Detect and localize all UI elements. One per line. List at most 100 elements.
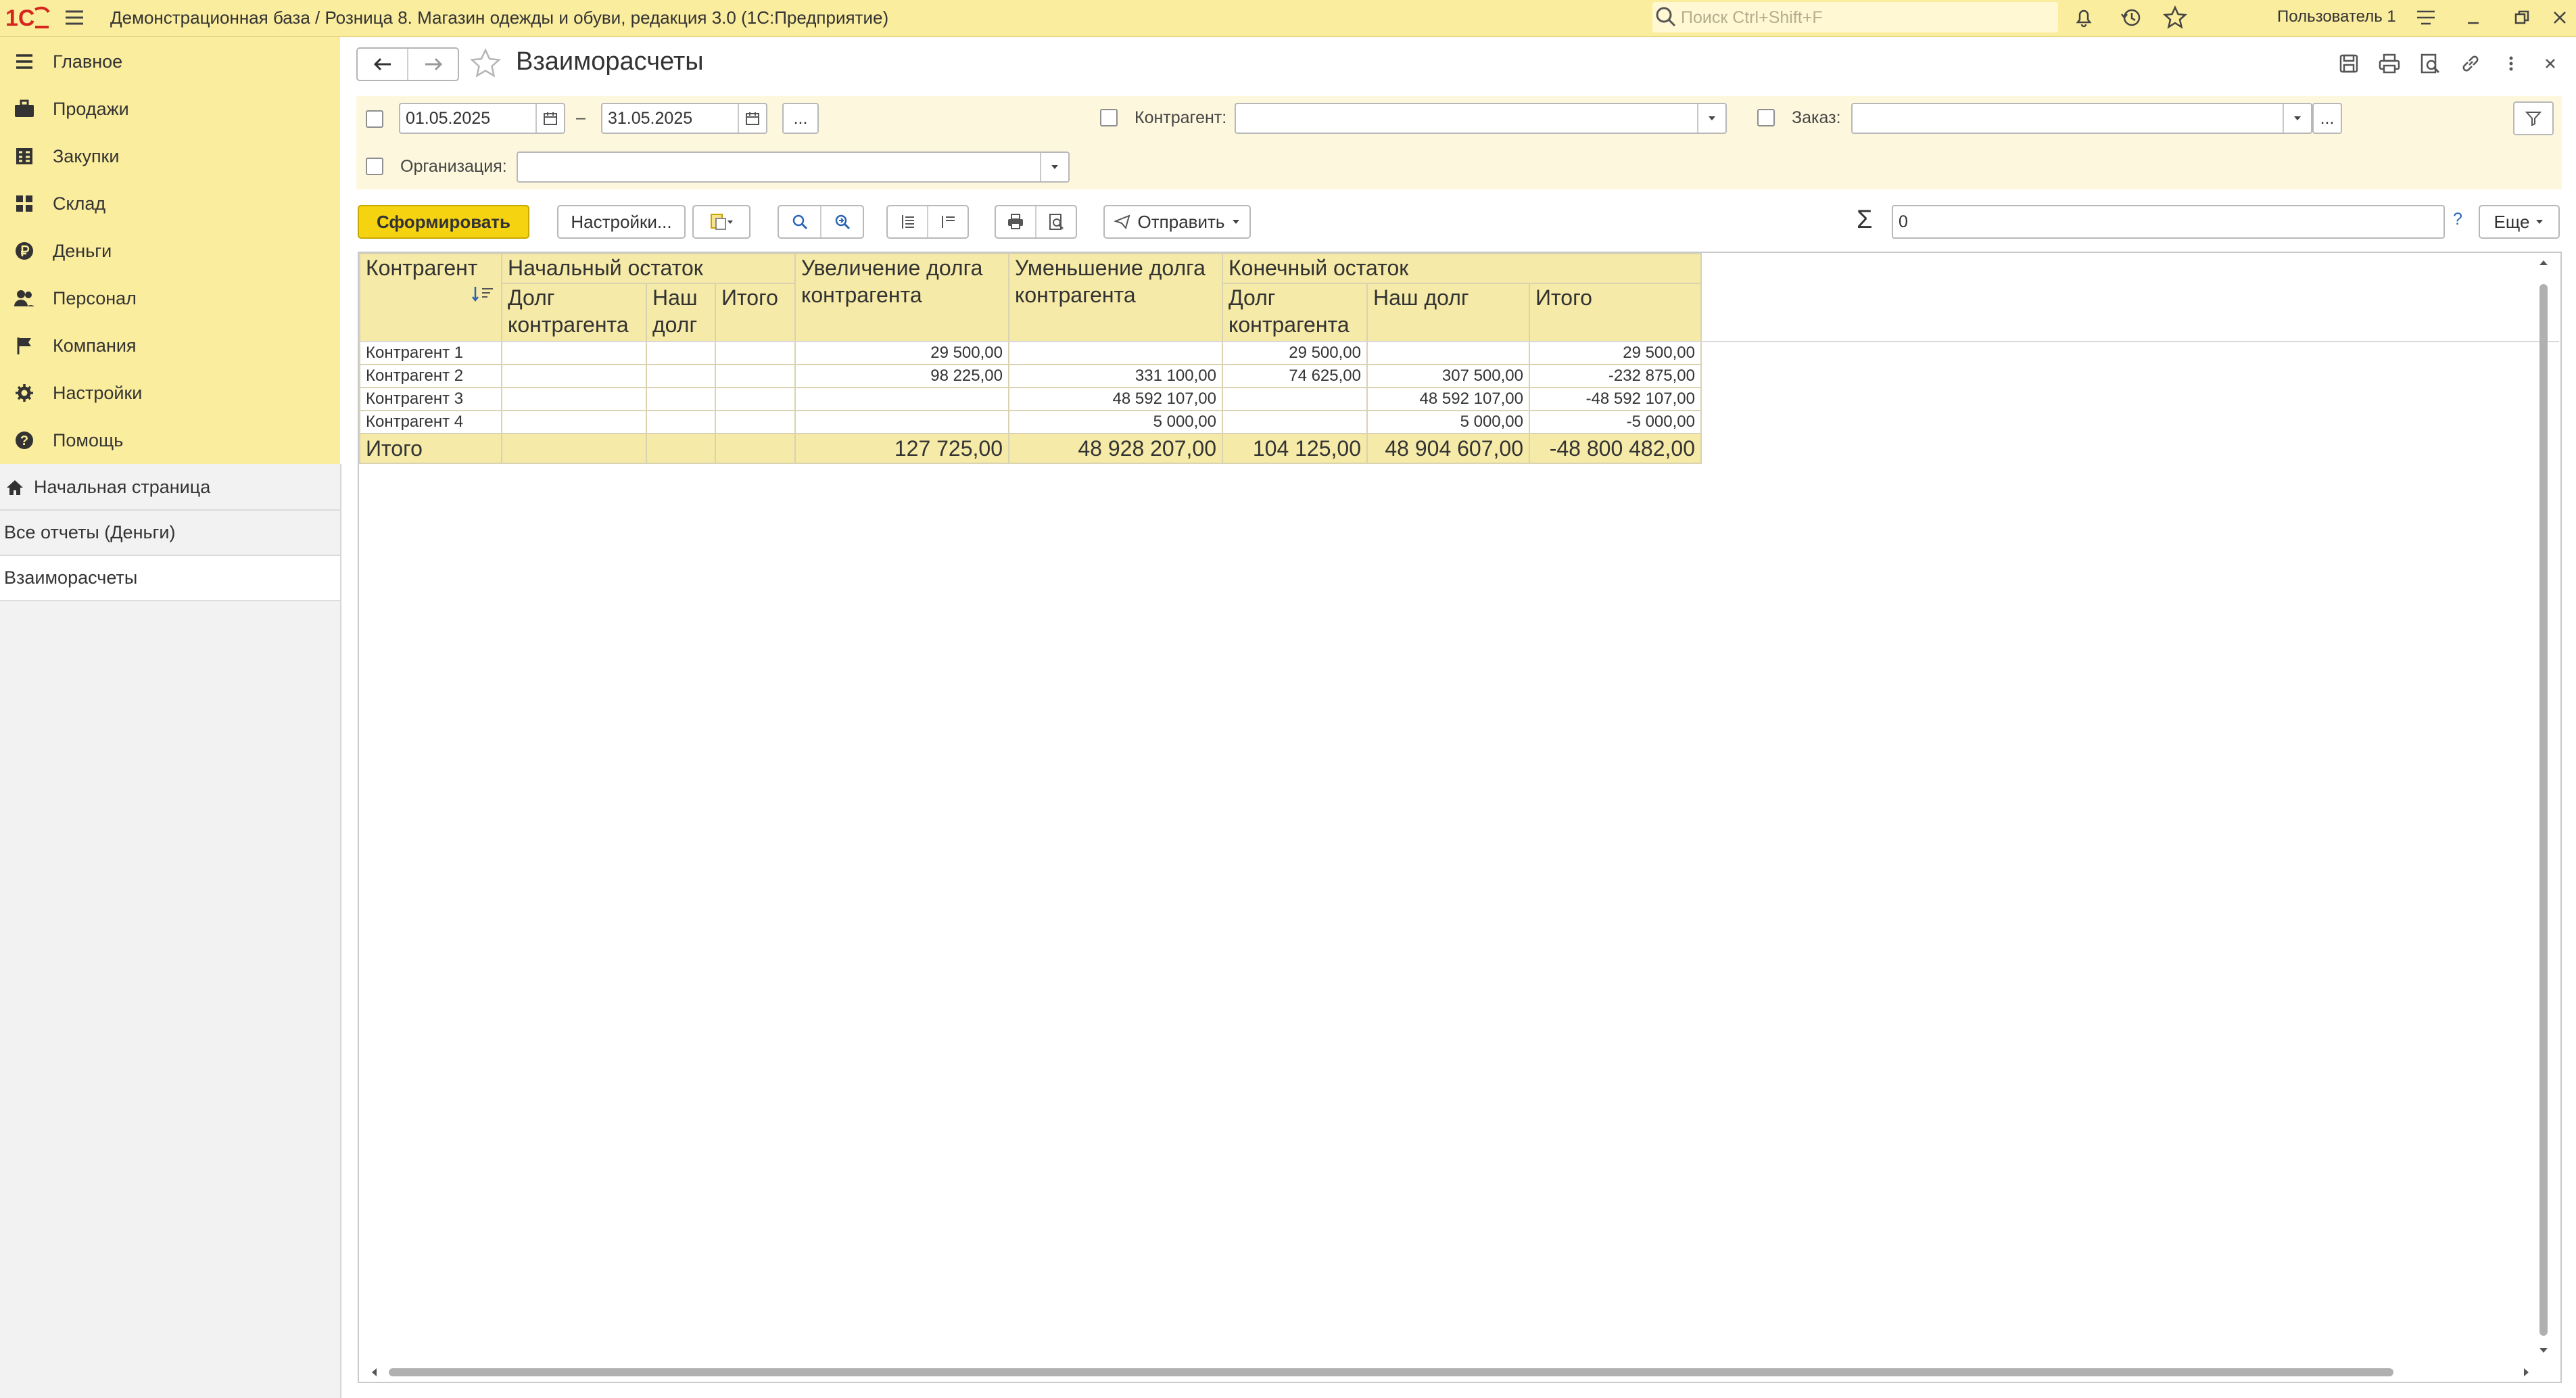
report-document[interactable]: Контрагент Начальный остаток Увеличение … bbox=[358, 252, 2562, 1383]
cell-total[interactable] bbox=[646, 433, 716, 464]
cell-value[interactable] bbox=[1222, 410, 1368, 434]
current-user[interactable]: Пользователь 1 bbox=[2277, 0, 2396, 36]
preview-icon[interactable] bbox=[2416, 50, 2443, 77]
cell-value[interactable]: -232 875,00 bbox=[1529, 364, 1702, 388]
save-icon[interactable] bbox=[2335, 50, 2362, 77]
cell-total[interactable] bbox=[501, 433, 647, 464]
cell-value[interactable]: 29 500,00 bbox=[794, 341, 1009, 365]
cell-value[interactable] bbox=[646, 341, 716, 365]
dropdown-arrow-icon[interactable] bbox=[1040, 153, 1068, 181]
calendar-icon[interactable] bbox=[535, 104, 564, 133]
add-favorite-star-icon[interactable] bbox=[469, 47, 502, 80]
close-app-icon[interactable] bbox=[2546, 4, 2573, 31]
cell-counterparty[interactable]: Контрагент 2 bbox=[359, 364, 502, 388]
order-field[interactable] bbox=[1851, 103, 2312, 134]
period-select-button[interactable]: ... bbox=[782, 103, 819, 134]
cell-total-label[interactable]: Итого bbox=[359, 433, 502, 464]
1c-logo-icon[interactable]: 1C bbox=[5, 4, 50, 31]
cell-value[interactable]: 29 500,00 bbox=[1529, 341, 1702, 365]
counterparty-checkbox[interactable] bbox=[1100, 109, 1118, 126]
totals-row[interactable]: Итого 127 725,00 48 928 207,00 104 125,0… bbox=[359, 433, 1702, 464]
cell-counterparty[interactable]: Контрагент 1 bbox=[359, 341, 502, 365]
cell-value[interactable] bbox=[1366, 341, 1530, 365]
sum-field[interactable]: 0 bbox=[1892, 205, 2445, 239]
favorites-star-icon[interactable] bbox=[2162, 4, 2189, 31]
section-money[interactable]: Деньги bbox=[0, 227, 340, 275]
cell-value[interactable]: 48 592 107,00 bbox=[1366, 387, 1530, 411]
back-arrow-icon[interactable] bbox=[358, 49, 407, 80]
print-report-icon[interactable] bbox=[996, 206, 1035, 237]
cell-value[interactable] bbox=[1222, 387, 1368, 411]
cell-value[interactable]: 331 100,00 bbox=[1008, 364, 1223, 388]
sum-help-link[interactable]: ? bbox=[2453, 210, 2462, 229]
horizontal-scrollbar[interactable] bbox=[368, 1365, 2532, 1380]
variants-dropdown-button[interactable] bbox=[692, 205, 750, 239]
cell-total[interactable]: 127 725,00 bbox=[794, 433, 1009, 464]
open-window-all-reports[interactable]: Все отчеты (Деньги) bbox=[0, 511, 340, 556]
cell-value[interactable] bbox=[1008, 341, 1223, 365]
table-row[interactable]: Контрагент 1 29 500,00 29 500,00 29 500,… bbox=[359, 341, 1702, 365]
restore-window-icon[interactable] bbox=[2508, 4, 2535, 31]
calendar-icon[interactable] bbox=[738, 104, 766, 133]
dropdown-arrow-icon[interactable] bbox=[1697, 104, 1725, 133]
order-select-button[interactable]: ... bbox=[2312, 103, 2342, 134]
table-row[interactable]: Контрагент 4 5 000,00 5 000,00 -5 000,00 bbox=[359, 410, 1702, 434]
main-menu-icon[interactable] bbox=[64, 7, 85, 28]
cell-counterparty[interactable]: Контрагент 4 bbox=[359, 410, 502, 434]
cell-total[interactable]: 104 125,00 bbox=[1222, 433, 1368, 464]
cell-value[interactable]: 74 625,00 bbox=[1222, 364, 1368, 388]
section-warehouse[interactable]: Склад bbox=[0, 180, 340, 227]
cell-total[interactable] bbox=[715, 433, 796, 464]
minimize-icon[interactable] bbox=[2460, 4, 2487, 31]
close-form-icon[interactable] bbox=[2537, 50, 2564, 77]
collapse-all-icon[interactable] bbox=[927, 206, 968, 237]
cell-value[interactable]: 48 592 107,00 bbox=[1008, 387, 1223, 411]
expand-all-icon[interactable] bbox=[888, 206, 927, 237]
cell-value[interactable]: 5 000,00 bbox=[1008, 410, 1223, 434]
period-end-field[interactable]: 31.05.2025 bbox=[601, 103, 767, 134]
section-sales[interactable]: Продажи bbox=[0, 85, 340, 133]
cell-value[interactable]: 29 500,00 bbox=[1222, 341, 1368, 365]
link-icon[interactable] bbox=[2457, 50, 2484, 77]
period-start-field[interactable]: 01.05.2025 bbox=[399, 103, 565, 134]
more-button[interactable]: Еще bbox=[2479, 205, 2560, 239]
cell-value[interactable] bbox=[646, 364, 716, 388]
cell-counterparty[interactable]: Контрагент 3 bbox=[359, 387, 502, 411]
cell-value[interactable] bbox=[715, 341, 796, 365]
vertical-scrollbar[interactable] bbox=[2536, 257, 2551, 1359]
cell-value[interactable] bbox=[715, 410, 796, 434]
cell-value[interactable] bbox=[501, 410, 647, 434]
section-personnel[interactable]: Персонал bbox=[0, 275, 340, 322]
cell-value[interactable]: 98 225,00 bbox=[794, 364, 1009, 388]
cell-value[interactable] bbox=[715, 387, 796, 411]
settings-button[interactable]: Настройки... bbox=[557, 205, 686, 239]
cell-value[interactable] bbox=[794, 387, 1009, 411]
cell-value[interactable] bbox=[646, 410, 716, 434]
cell-value[interactable]: 307 500,00 bbox=[1366, 364, 1530, 388]
cell-value[interactable]: -48 592 107,00 bbox=[1529, 387, 1702, 411]
section-main[interactable]: Главное bbox=[0, 38, 340, 85]
find-icon[interactable] bbox=[779, 206, 820, 237]
print-icon[interactable] bbox=[2376, 50, 2403, 77]
section-purchases[interactable]: Закупки bbox=[0, 133, 340, 180]
cell-value[interactable] bbox=[501, 364, 647, 388]
send-button[interactable]: Отправить bbox=[1103, 205, 1251, 239]
cell-total[interactable]: -48 800 482,00 bbox=[1529, 433, 1702, 464]
section-settings[interactable]: Настройки bbox=[0, 369, 340, 417]
counterparty-field[interactable] bbox=[1235, 103, 1727, 134]
cell-value[interactable]: -5 000,00 bbox=[1529, 410, 1702, 434]
cell-total[interactable]: 48 904 607,00 bbox=[1366, 433, 1530, 464]
cell-value[interactable]: 5 000,00 bbox=[1366, 410, 1530, 434]
open-window-home[interactable]: Начальная страница bbox=[0, 465, 340, 511]
organization-field[interactable] bbox=[517, 152, 1070, 183]
sort-ascending-icon[interactable] bbox=[471, 285, 496, 303]
history-icon[interactable] bbox=[2118, 4, 2145, 31]
forward-arrow-icon[interactable] bbox=[407, 49, 458, 80]
organization-checkbox[interactable] bbox=[366, 158, 383, 175]
generate-report-button[interactable]: Сформировать bbox=[358, 205, 529, 239]
more-actions-icon[interactable] bbox=[2498, 50, 2525, 77]
order-checkbox[interactable] bbox=[1757, 109, 1775, 126]
cell-value[interactable] bbox=[501, 387, 647, 411]
filter-settings-button[interactable] bbox=[2513, 101, 2554, 135]
cell-total[interactable]: 48 928 207,00 bbox=[1008, 433, 1223, 464]
